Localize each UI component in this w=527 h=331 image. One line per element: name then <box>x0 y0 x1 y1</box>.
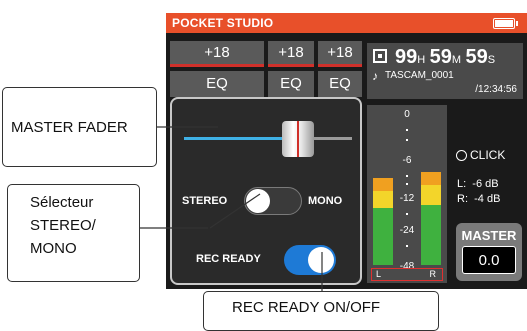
callout-master-fader: MASTER FADER <box>2 87 157 167</box>
callout-line-1: Sélecteur <box>30 194 94 211</box>
stereo-mono-toggle[interactable] <box>244 187 302 215</box>
channel-1-eq-button[interactable]: EQ <box>170 71 264 97</box>
callout-master-fader-text: MASTER FADER <box>11 119 128 136</box>
time-counter: 99H 59M 59S <box>395 46 495 69</box>
battery-icon <box>493 18 518 29</box>
callout-stereo-mono-text: Sélecteur STEREO/ MONO <box>30 191 96 260</box>
meter-bar-right-peak <box>421 172 441 185</box>
meter-scale-24: -24 <box>399 225 415 236</box>
left-level-readout: L: -6 dB <box>457 178 499 190</box>
master-fader-knob[interactable] <box>282 121 314 157</box>
rec-ready-toggle[interactable] <box>284 245 336 275</box>
time-minutes-unit: M <box>451 54 462 66</box>
music-note-icon: ♪ <box>372 69 378 83</box>
meter-right-label: R <box>429 269 437 279</box>
callout-rec-ready-text: REC READY ON/OFF <box>232 299 381 316</box>
meter-scale-12: -12 <box>399 193 415 204</box>
channel-1-gain[interactable]: +18 <box>170 41 264 67</box>
callout-line-3: MONO <box>30 240 77 257</box>
callout-stereo-mono: Sélecteur STEREO/ MONO <box>7 184 140 282</box>
master-panel: STEREO MONO REC READY <box>170 97 362 285</box>
title-bar: POCKET STUDIO <box>166 13 527 33</box>
callout-line-2: STEREO/ <box>30 217 96 234</box>
meter-scale-0: 0 <box>404 109 410 120</box>
time-minutes: 59 <box>429 46 452 68</box>
channel-2-gain[interactable]: +18 <box>268 41 314 67</box>
channel-3-eq-button[interactable]: EQ <box>318 71 362 97</box>
pocket-studio-screen: POCKET STUDIO +18 +18 +18 EQ EQ EQ STERE… <box>166 13 527 289</box>
channel-3-gain[interactable]: +18 <box>318 41 362 67</box>
click-toggle[interactable]: CLICK <box>456 148 505 162</box>
channel-2-eq-button[interactable]: EQ <box>268 71 314 97</box>
master-fader-track-active <box>184 137 284 140</box>
time-seconds-unit: S <box>487 54 496 66</box>
time-hours: 99 <box>395 46 418 68</box>
stereo-mono-toggle-knob <box>246 189 270 213</box>
song-filename: TASCAM_0001 <box>385 70 454 81</box>
time-seconds: 59 <box>465 46 488 68</box>
time-hours-unit: H <box>417 54 426 66</box>
rec-ready-toggle-knob <box>308 247 334 273</box>
app-title: POCKET STUDIO <box>172 16 274 30</box>
click-label: CLICK <box>470 148 506 162</box>
rec-ready-label: REC READY <box>196 253 261 265</box>
stop-icon <box>373 49 387 63</box>
master-value: 0.0 <box>462 246 516 274</box>
right-level-readout: R: -4 dB <box>457 193 501 205</box>
master-label: MASTER <box>461 228 517 243</box>
meter-left-label: L <box>376 269 382 279</box>
total-time: /12:34:56 <box>475 84 517 95</box>
mono-label: MONO <box>308 195 343 207</box>
master-button[interactable]: MASTER 0.0 <box>456 223 522 281</box>
stereo-label: STEREO <box>182 195 228 207</box>
click-radio-icon <box>456 150 467 161</box>
meter-bar-left <box>373 178 393 265</box>
level-meter: 0 -6 -12 -24 -48 L R <box>367 105 447 283</box>
meter-lr-label: L R <box>371 268 443 281</box>
meter-scale-6: -6 <box>402 155 412 166</box>
master-fader-track[interactable] <box>312 137 352 140</box>
callout-rec-ready: REC READY ON/OFF <box>203 291 439 331</box>
meter-bar-left-peak <box>373 178 393 191</box>
transport-display: 99H 59M 59S ♪ TASCAM_0001 /12:34:56 <box>367 43 523 99</box>
meter-bar-right <box>421 172 441 265</box>
